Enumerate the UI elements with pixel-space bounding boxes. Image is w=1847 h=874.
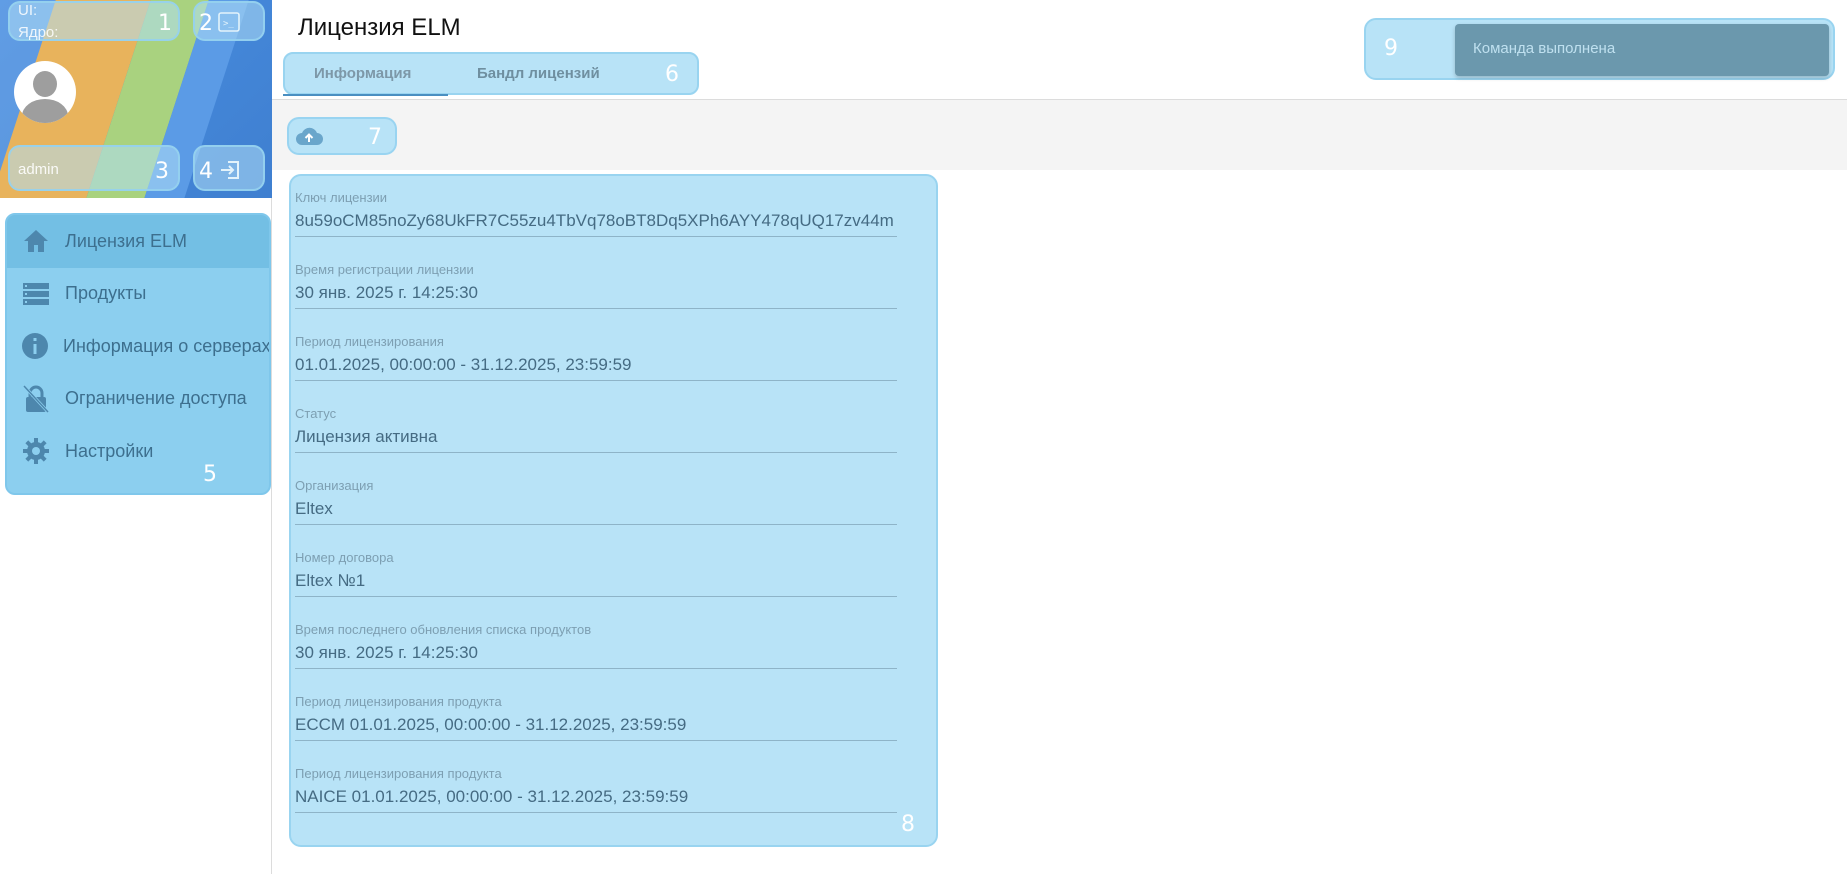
tab-information[interactable]: Информация [314, 65, 411, 82]
active-tab-indicator [283, 94, 448, 96]
menu-item-access-restriction[interactable]: Ограничение доступа [7, 373, 269, 426]
avatar [14, 61, 76, 123]
field-status: Статус Лицензия активна [295, 392, 897, 453]
logout-icon [221, 161, 239, 179]
field-registration-time: Время регистрации лицензии 30 янв. 2025 … [295, 248, 897, 309]
gear-icon [21, 436, 51, 466]
toolbar [272, 100, 1847, 170]
svg-text:>_: >_ [223, 19, 234, 29]
upload-license-button[interactable]: 7 [287, 117, 397, 155]
license-info-card: Ключ лицензии 8u59oCM85noZy68UkFR7C55zu4… [289, 174, 938, 847]
notification-toast[interactable]: Команда выполнена [1455, 24, 1829, 76]
menu-item-settings[interactable]: Настройки [7, 425, 269, 478]
field-product-period-eccm: Период лицензирования продукта ECCM 01.0… [295, 680, 897, 741]
field-license-period: Период лицензирования 01.01.2025, 00:00:… [295, 320, 897, 381]
page-title: Лицензия ELM [298, 14, 461, 41]
ui-version-label: UI: [18, 2, 38, 19]
field-organization: Организация Eltex [295, 464, 897, 525]
lock-off-icon [21, 384, 51, 414]
home-icon [21, 226, 51, 256]
notification-text: Команда выполнена [1473, 40, 1616, 57]
field-contract-number: Номер договора Eltex №1 [295, 536, 897, 597]
console-icon: >_ [218, 12, 240, 32]
notification-area: 9 Команда выполнена [1364, 18, 1835, 80]
navigation-menu: Лицензия ELM Продукты Информация о серве… [5, 213, 271, 495]
field-license-key: Ключ лицензии 8u59oCM85noZy68UkFR7C55zu4… [295, 176, 897, 237]
tab-license-bundle[interactable]: Бандл лицензий [477, 65, 600, 82]
profile-banner: 1 UI: Ядро: 2 >_ 3 admin 4 [0, 0, 272, 198]
field-products-updated: Время последнего обновления списка проду… [295, 608, 897, 669]
tab-bar: Информация Бандл лицензий 6 [283, 52, 699, 95]
menu-item-server-info[interactable]: Информация о серверах [7, 320, 269, 373]
core-version-label: Ядро: [18, 24, 59, 41]
logout-button[interactable]: 4 [193, 145, 265, 191]
menu-item-products[interactable]: Продукты [7, 268, 269, 321]
cloud-upload-icon [295, 125, 323, 152]
field-product-period-naice: Период лицензирования продукта NAICE 01.… [295, 752, 897, 813]
sidebar: 1 UI: Ядро: 2 >_ 3 admin 4 Лицензия ELM … [0, 0, 272, 874]
menu-item-license-elm[interactable]: Лицензия ELM [7, 215, 269, 268]
console-button[interactable]: 2 >_ [193, 1, 265, 41]
username-label: admin [18, 161, 59, 178]
list-icon [21, 279, 51, 309]
info-icon [21, 331, 49, 361]
